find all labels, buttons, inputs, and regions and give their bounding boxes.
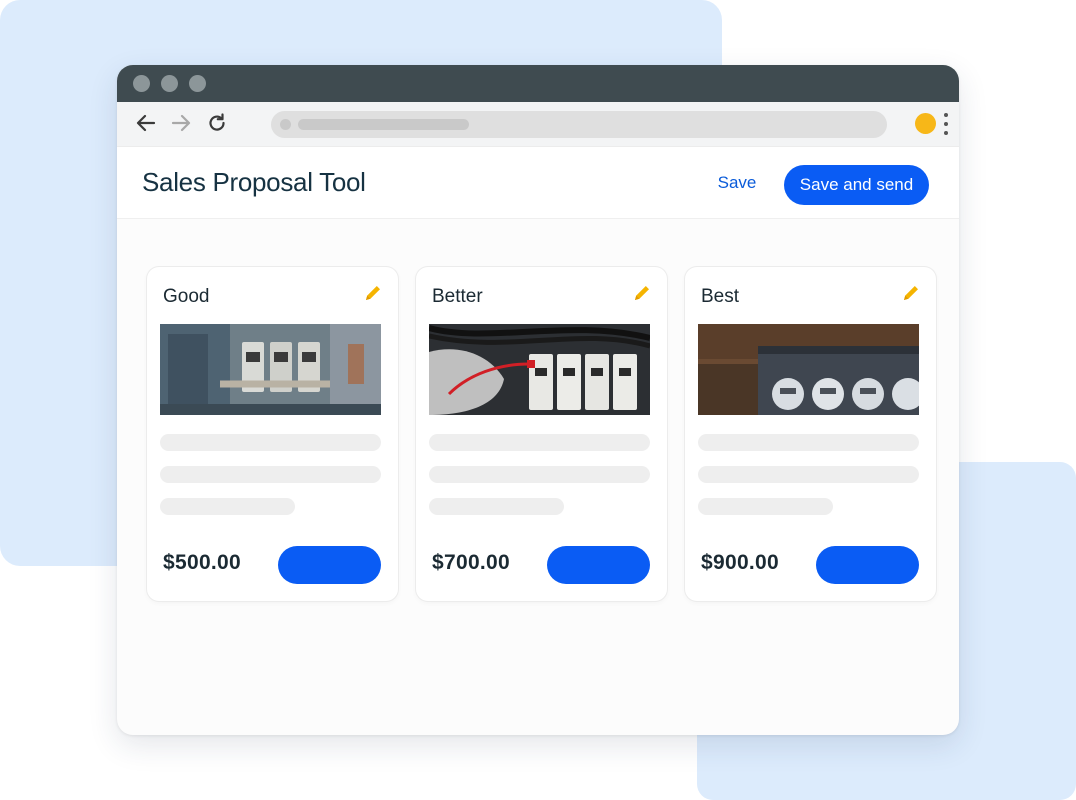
browser-titlebar — [117, 65, 959, 102]
text-placeholder — [429, 434, 650, 451]
window-dot-icon[interactable] — [189, 75, 206, 92]
select-option-button[interactable] — [816, 546, 919, 584]
text-placeholder — [429, 498, 564, 515]
text-placeholder — [698, 498, 833, 515]
text-placeholder — [160, 466, 381, 483]
text-placeholder — [160, 434, 381, 451]
profile-icon[interactable] — [915, 113, 936, 134]
card-title: Better — [432, 286, 483, 307]
proposal-card-better: Better $700.00 — [416, 267, 667, 601]
card-title: Best — [701, 286, 740, 307]
pencil-icon[interactable] — [632, 283, 652, 303]
window-dot-icon[interactable] — [161, 75, 178, 92]
circuit-breaker-testing-photo — [429, 324, 650, 415]
select-option-button[interactable] — [547, 546, 650, 584]
proposal-card-good: Good $500.00 — [147, 267, 398, 601]
text-placeholder — [698, 466, 919, 483]
text-placeholder — [698, 434, 919, 451]
kebab-menu-icon[interactable] — [943, 113, 949, 135]
app-header: Sales Proposal Tool Save Save and send — [117, 147, 959, 219]
site-info-icon — [280, 119, 291, 130]
proposal-options: Good $500.00 Better $700.00 Best $900.00 — [117, 219, 959, 734]
address-bar[interactable] — [271, 111, 887, 138]
card-title: Good — [163, 286, 210, 307]
text-placeholder — [429, 466, 650, 483]
window-dot-icon[interactable] — [133, 75, 150, 92]
reload-icon[interactable] — [206, 112, 228, 134]
browser-window: Sales Proposal Tool Save Save and send G… — [117, 65, 959, 735]
browser-toolbar — [117, 102, 959, 147]
save-button[interactable]: Save — [713, 173, 761, 193]
url-placeholder — [298, 119, 469, 130]
text-placeholder — [160, 498, 295, 515]
select-option-button[interactable] — [278, 546, 381, 584]
forward-arrow-icon[interactable] — [170, 112, 192, 134]
card-price: $500.00 — [163, 551, 242, 574]
card-price: $900.00 — [701, 551, 780, 574]
stage: Sales Proposal Tool Save Save and send G… — [0, 0, 1076, 800]
electrical-panel-open-photo — [160, 324, 381, 415]
card-price: $700.00 — [432, 551, 511, 574]
save-and-send-button[interactable]: Save and send — [784, 165, 929, 205]
electric-meters-photo — [698, 324, 919, 415]
page-title: Sales Proposal Tool — [142, 167, 366, 197]
proposal-card-best: Best $900.00 — [685, 267, 936, 601]
pencil-icon[interactable] — [363, 283, 383, 303]
back-arrow-icon[interactable] — [135, 112, 157, 134]
pencil-icon[interactable] — [901, 283, 921, 303]
